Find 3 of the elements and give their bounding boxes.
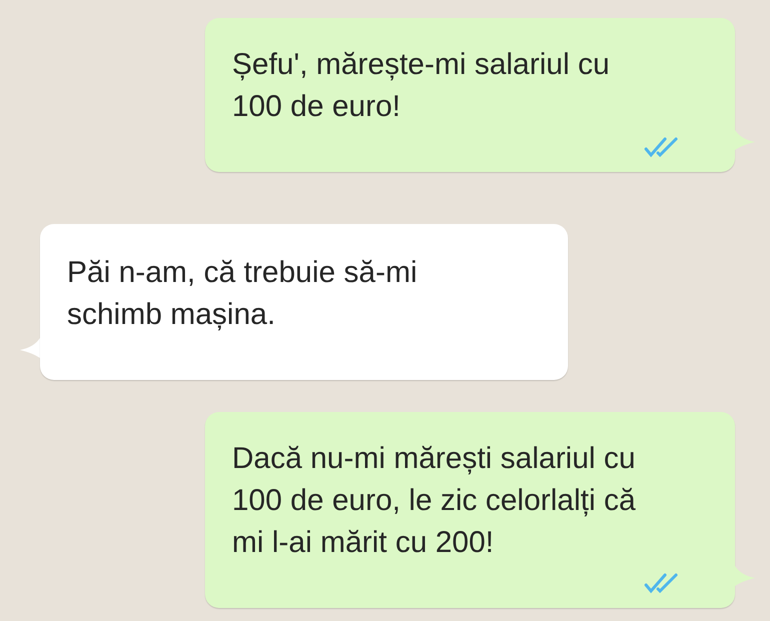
message-text: Dacă nu-mi mărești salariul cu 100 de euro, le zic celorlalți că mi l-ai mărit cu 200! — [232, 441, 637, 561]
message-text: Șefu', mărește-mi salariul cu 100 de euro! — [232, 47, 611, 125]
message-text: Păi n-am, că trebuie să-mi schimb mașina. — [67, 255, 418, 333]
